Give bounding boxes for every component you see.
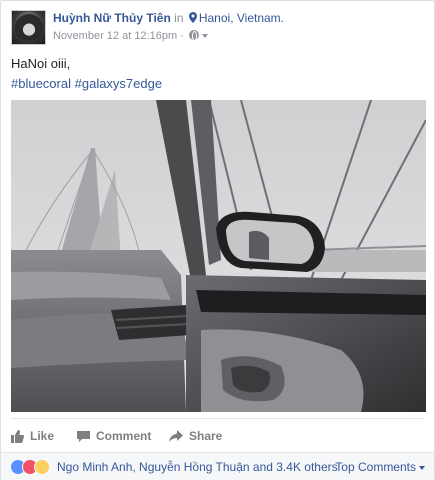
share-label: Share: [189, 429, 223, 443]
public-globe-icon[interactable]: [188, 30, 199, 41]
reactions-summary-bar: Ngo Minh Anh, Nguyễn Hồng Thuận and 3.4K…: [1, 452, 434, 480]
post-card: Huỳnh Nữ Thủy Tiên in Hanoi, Vietnam. No…: [0, 0, 435, 480]
actions-divider: [11, 418, 424, 419]
comment-button[interactable]: Comment: [77, 425, 151, 447]
in-label: in: [174, 11, 184, 25]
post-hashtags: #bluecoral #galaxys7edge: [11, 76, 162, 91]
post-meta: November 12 at 12:16pm ·: [53, 30, 208, 42]
comment-sort-dropdown[interactable]: Top Comments: [335, 460, 425, 474]
reactors-summary-link[interactable]: Ngo Minh Anh, Nguyễn Hồng Thuận and 3.4K…: [57, 460, 338, 474]
like-label: Like: [30, 429, 55, 443]
hashtag-link[interactable]: #galaxys7edge: [75, 76, 162, 91]
hashtag-link[interactable]: #bluecoral: [11, 76, 71, 91]
post-actions-bar: Like Comment Share: [11, 425, 426, 447]
meta-separator: ·: [180, 30, 184, 42]
like-button[interactable]: Like: [11, 425, 54, 447]
author-avatar[interactable]: [11, 10, 46, 45]
post-header: Huỳnh Nữ Thủy Tiên in Hanoi, Vietnam. No…: [11, 10, 426, 46]
comment-label: Comment: [96, 429, 152, 443]
location-pin-icon: [188, 12, 197, 23]
comment-bubble-icon: [77, 430, 90, 442]
post-timestamp-link[interactable]: November 12 at 12:16pm: [53, 30, 177, 42]
haha-reaction-icon: [34, 459, 50, 475]
share-arrow-icon: [169, 429, 183, 442]
post-title-line: Huỳnh Nữ Thủy Tiên in Hanoi, Vietnam.: [53, 11, 284, 25]
comment-sort-label: Top Comments: [335, 460, 416, 474]
sort-chevron-down-icon: [419, 466, 425, 470]
reaction-icons[interactable]: [10, 459, 54, 475]
post-text: HaNoi oiii,: [11, 56, 71, 71]
location-link[interactable]: Hanoi, Vietnam.: [199, 11, 284, 25]
author-name-link[interactable]: Huỳnh Nữ Thủy Tiên: [53, 11, 171, 25]
post-photo-image: [11, 100, 426, 412]
share-button[interactable]: Share: [169, 425, 222, 447]
privacy-chevron-down-icon[interactable]: [201, 34, 208, 38]
thumbs-up-icon: [11, 429, 24, 443]
post-photo[interactable]: [11, 100, 426, 412]
